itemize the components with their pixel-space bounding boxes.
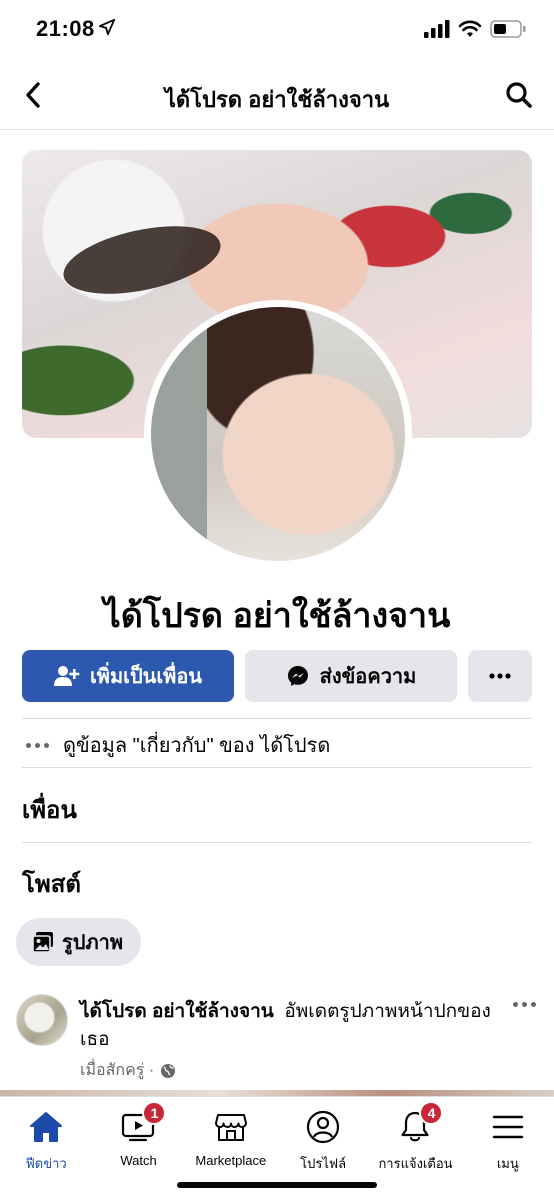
- post-options-button[interactable]: [513, 1002, 536, 1007]
- send-message-button[interactable]: ส่งข้อความ: [245, 650, 457, 702]
- status-indicators: [424, 20, 526, 38]
- status-time: 21:08: [36, 16, 95, 41]
- divider: [22, 842, 532, 843]
- profile-icon: [303, 1107, 343, 1147]
- top-header: ได้โปรด อย่าใช้ล้างจาน: [0, 60, 554, 130]
- tab-label: Marketplace: [195, 1153, 267, 1168]
- divider: [22, 718, 532, 719]
- battery-icon: [490, 20, 526, 38]
- send-message-label: ส่งข้อความ: [319, 666, 417, 688]
- about-text: ดูข้อมูล "เกี่ยวกับ" ของ ได้โปรด: [63, 735, 331, 757]
- tab-label: Watch: [120, 1153, 157, 1168]
- home-icon: [26, 1107, 66, 1147]
- add-friend-icon: [53, 666, 80, 686]
- add-friend-label: เพิ่มเป็นเพื่อน: [89, 666, 203, 688]
- profile-picture[interactable]: [151, 307, 405, 561]
- post-author-avatar[interactable]: [16, 994, 68, 1046]
- add-friend-button[interactable]: เพิ่มเป็นเพื่อน: [22, 650, 234, 702]
- watch-icon: 1: [118, 1101, 167, 1147]
- post-meta: เมื่อสักครู่ ·: [80, 1058, 176, 1083]
- tab-label: ฟีดข่าว: [25, 1156, 67, 1171]
- tab-news-feed[interactable]: ฟีดข่าว: [0, 1097, 92, 1200]
- posts-section-title: โพสต์: [22, 871, 81, 898]
- post-author-name[interactable]: ได้โปรด อย่าใช้ล้างจาน: [80, 1001, 274, 1022]
- page-title: ได้โปรด อย่าใช้ล้างจาน: [164, 87, 390, 112]
- profile-name: ได้โปรด อย่าใช้ล้างจาน: [103, 597, 451, 635]
- profile-actions: เพิ่มเป็นเพื่อน ส่งข้อความ: [22, 650, 532, 702]
- location-arrow-icon: [98, 18, 116, 36]
- bell-icon: 4: [395, 1101, 444, 1147]
- tab-label: เมนู: [496, 1156, 519, 1171]
- messenger-icon: [287, 666, 308, 686]
- divider: [22, 767, 532, 768]
- more-options-button[interactable]: [468, 650, 532, 702]
- globe-icon: [161, 1063, 176, 1078]
- tab-watch[interactable]: 1 Watch: [92, 1097, 184, 1200]
- marketplace-icon: [211, 1107, 251, 1147]
- search-icon: [506, 82, 532, 108]
- about-link[interactable]: ดูข้อมูล "เกี่ยวกับ" ของ ได้โปรด: [22, 728, 532, 762]
- notifications-badge: 4: [419, 1101, 444, 1125]
- watch-badge: 1: [142, 1101, 167, 1125]
- status-bar: 21:08: [0, 0, 554, 60]
- wifi-icon: [458, 20, 482, 37]
- menu-icon: [488, 1107, 528, 1147]
- photos-icon: [32, 932, 53, 953]
- post-header-text: ได้โปรด อย่าใช้ล้างจาน อัพเดตรูปภาพหน้าป…: [80, 998, 500, 1054]
- tab-notifications[interactable]: 4 การแจ้งเตือน: [369, 1097, 461, 1200]
- photos-filter-label: รูปภาพ: [62, 932, 124, 954]
- friends-section-title: เพื่อน: [22, 797, 77, 824]
- tab-label: โปรไฟล์: [300, 1156, 347, 1171]
- photos-filter-button[interactable]: รูปภาพ: [16, 918, 142, 966]
- more-dots-icon: [22, 742, 49, 748]
- home-indicator[interactable]: [177, 1182, 377, 1188]
- profile-picture-ring: [144, 300, 412, 568]
- signal-icon: [424, 20, 450, 38]
- tab-label: การแจ้งเตือน: [378, 1156, 453, 1171]
- post-time[interactable]: เมื่อสักครู่ ·: [80, 1058, 154, 1083]
- more-dots-icon: [489, 673, 511, 679]
- tab-menu[interactable]: เมนู: [462, 1097, 554, 1200]
- search-button[interactable]: [502, 78, 536, 112]
